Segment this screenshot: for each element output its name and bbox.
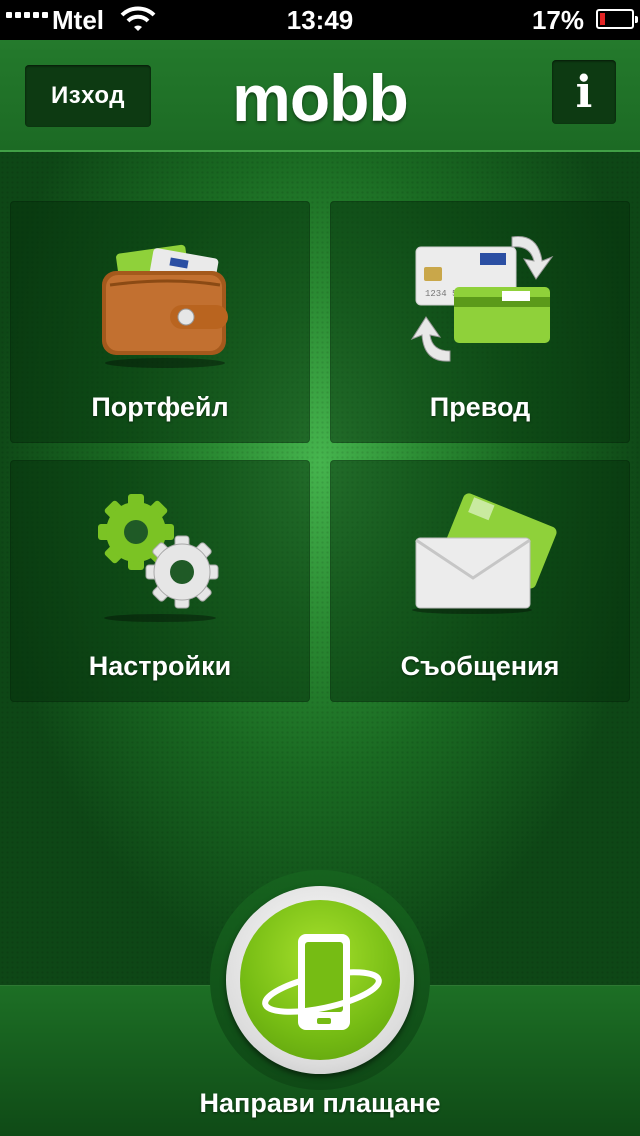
status-bar: Mtel 13:49 17% bbox=[0, 0, 640, 40]
tile-transfer-label: Превод bbox=[429, 392, 531, 422]
info-button[interactable]: i bbox=[552, 60, 616, 124]
tile-wallet-label: Портфейл bbox=[91, 392, 229, 422]
app-header: Изход mobb i bbox=[0, 40, 640, 152]
pay-label: Направи плащане bbox=[199, 1088, 441, 1118]
tile-wallet[interactable]: Портфейл bbox=[10, 201, 310, 443]
tile-settings[interactable]: Настройки bbox=[10, 460, 310, 702]
app-logo: mobb bbox=[232, 61, 409, 135]
envelope-icon bbox=[412, 493, 557, 614]
tile-settings-label: Настройки bbox=[88, 651, 232, 681]
pay-button[interactable] bbox=[226, 886, 414, 1074]
tile-messages-label: Съобщения bbox=[400, 651, 560, 681]
phone-payment-icon bbox=[262, 934, 382, 1030]
tile-transfer[interactable]: 1234 5678 9123 4567 Превод bbox=[330, 201, 630, 443]
transfer-cards-icon: 1234 5678 9123 4567 bbox=[410, 236, 554, 362]
wallet-icon bbox=[102, 244, 228, 368]
gears-icon bbox=[98, 494, 219, 622]
battery-percent: 17% bbox=[531, 5, 584, 35]
battery-icon bbox=[596, 9, 638, 29]
tile-messages[interactable]: Съобщения bbox=[330, 460, 630, 702]
app-screen: Mtel 13:49 17% Изход mobb i Портфейл 123… bbox=[0, 0, 640, 1136]
